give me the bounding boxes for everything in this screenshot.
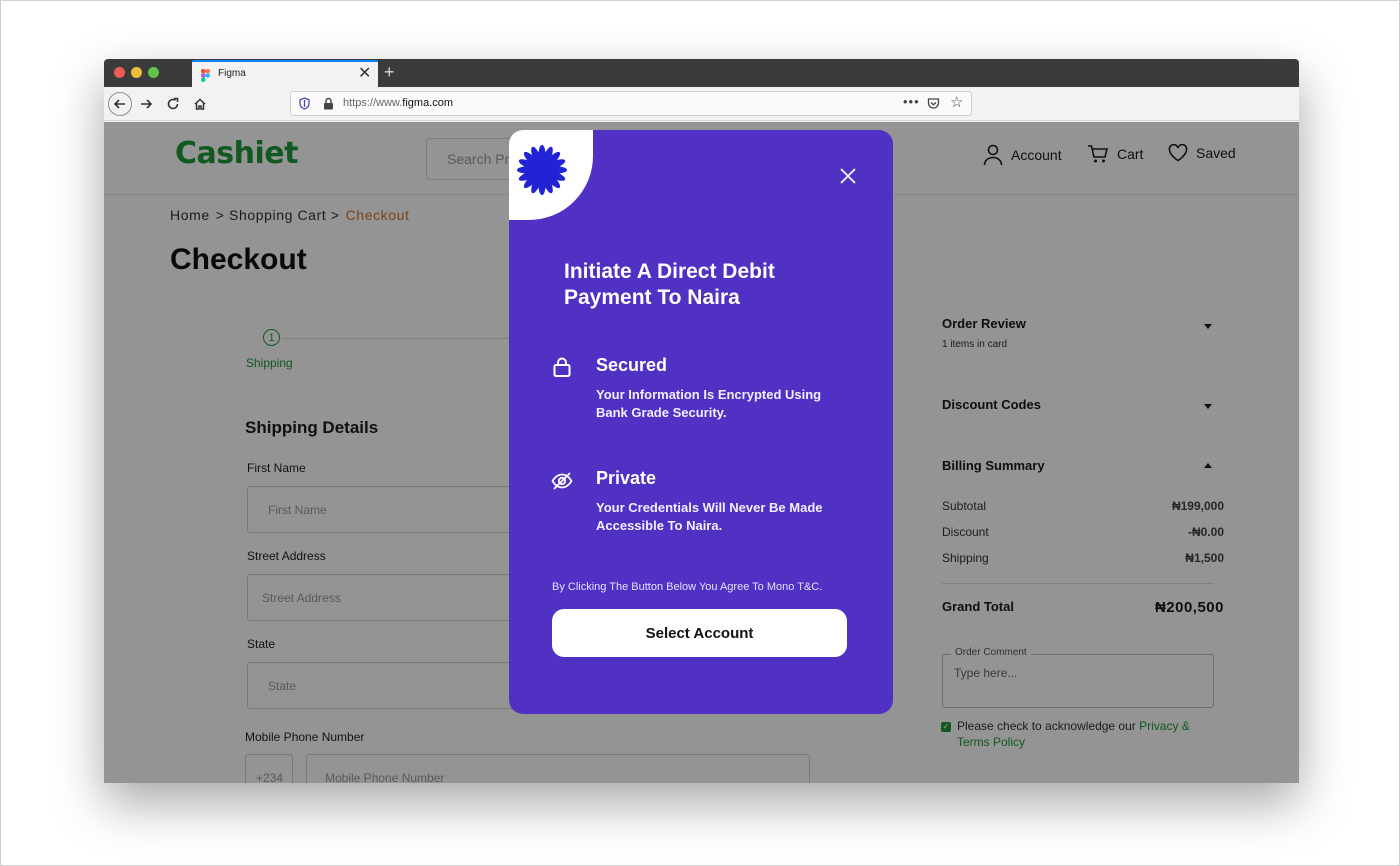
lock-icon — [553, 357, 571, 377]
url-bar[interactable]: https://www.figma.com ••• ☆ — [290, 91, 972, 116]
tab-close-icon[interactable]: ✕ — [358, 64, 371, 84]
eye-off-icon — [551, 472, 573, 490]
lock-icon — [324, 97, 333, 110]
maximize-window-button[interactable] — [148, 67, 159, 78]
mono-logo-icon — [517, 145, 567, 195]
browser-tab[interactable]: Figma ✕ — [192, 60, 378, 87]
back-button[interactable] — [108, 92, 132, 116]
home-icon — [194, 98, 206, 110]
home-button[interactable] — [188, 92, 212, 116]
terms-notice: By Clicking The Button Below You Agree T… — [552, 581, 823, 593]
direct-debit-modal: Initiate A Direct Debit Payment To Naira… — [509, 130, 893, 714]
reload-button[interactable] — [161, 92, 185, 116]
forward-button[interactable] — [134, 92, 158, 116]
private-text: Your Credentials Will Never Be Made Acce… — [596, 500, 823, 533]
minimize-window-button[interactable] — [131, 67, 142, 78]
tab-title: Figma — [218, 68, 246, 79]
figma-icon — [201, 69, 210, 82]
secured-title: Secured — [596, 355, 668, 375]
browser-titlebar: Figma ✕ + — [104, 59, 1299, 87]
shield-icon — [299, 97, 310, 110]
pocket-icon[interactable] — [927, 97, 940, 110]
secured-text: Your Information Is Encrypted Using Bank… — [596, 387, 822, 420]
private-title: Private — [596, 468, 657, 488]
arrow-right-icon — [141, 99, 153, 109]
select-account-button[interactable]: Select Account — [552, 609, 847, 657]
page-actions-icon[interactable]: ••• — [903, 94, 920, 109]
bookmark-star-icon[interactable]: ☆ — [950, 95, 963, 111]
url-text: https://www.figma.com — [343, 97, 454, 109]
browser-navbar: https://www.figma.com ••• ☆ — [104, 87, 1299, 121]
new-tab-button[interactable]: + — [384, 61, 395, 83]
close-icon[interactable] — [839, 167, 857, 185]
browser-window: Figma ✕ + https://www.figma.com ••• ☆ Ca… — [104, 59, 1299, 783]
close-window-button[interactable] — [114, 67, 125, 78]
reload-icon — [167, 97, 179, 110]
arrow-left-icon — [113, 99, 125, 109]
modal-title: Initiate A Direct Debit Payment To Naira — [564, 260, 775, 309]
